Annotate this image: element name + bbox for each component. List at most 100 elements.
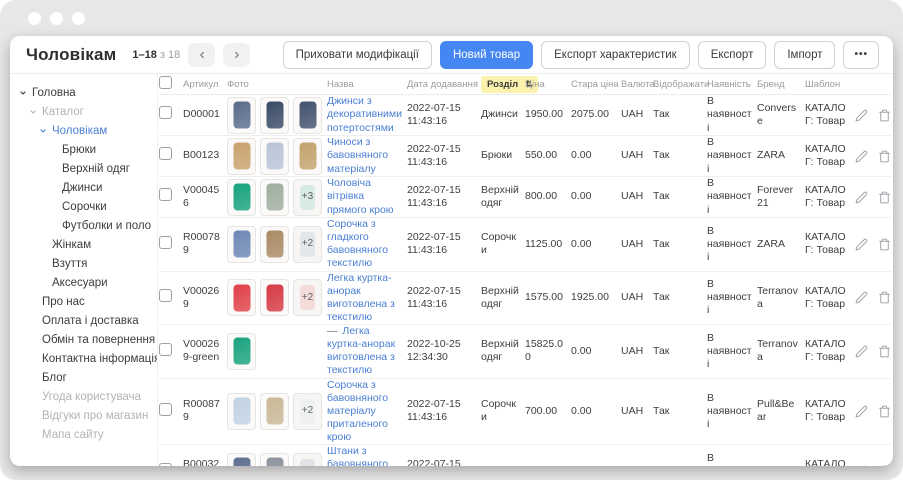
product-photo[interactable] [260,179,289,216]
edit-button[interactable] [855,238,868,251]
more-photos-badge[interactable]: +2 [293,279,322,316]
product-name-link[interactable]: Легка куртка-анорак виготовлена з тексти… [327,272,395,323]
product-name-link[interactable]: Чиноси з бавовняного матеріалу [327,136,388,174]
delete-button[interactable] [878,291,891,304]
row-checkbox[interactable] [159,236,172,249]
product-photo[interactable] [227,179,256,216]
more-photos-badge[interactable]: +2 [293,453,322,466]
product-name-link[interactable]: Сорочка з бавовняного матеріалу притален… [327,379,388,444]
sidebar-item[interactable]: Джинси [10,178,157,197]
sidebar-item[interactable]: Мапа сайту [10,425,157,444]
new-product-button[interactable]: Новий товар [440,41,533,69]
sidebar-item[interactable]: Брюки [10,140,157,159]
select-all-checkbox[interactable] [159,76,172,89]
product-photo[interactable] [260,226,289,263]
column-header-display[interactable]: Відображати [653,79,707,90]
product-photo[interactable] [227,453,256,466]
export-characteristics-button[interactable]: Експорт характеристик [541,41,690,69]
product-photo[interactable] [260,138,289,175]
row-checkbox[interactable] [159,147,172,160]
hide-modifications-button[interactable]: Приховати модифікації [283,41,432,69]
product-photo[interactable] [260,393,289,430]
column-header-article[interactable]: Артикул [183,79,227,90]
product-photo[interactable] [260,97,289,134]
sidebar-item[interactable]: Верхній одяг [10,159,157,178]
edit-button[interactable] [855,345,868,358]
product-photo[interactable] [260,453,289,466]
sidebar-item[interactable]: Угода користувача [10,387,157,406]
sidebar-item[interactable]: Про нас [10,292,157,311]
template-cell: КАТАЛОГ: Товар [805,102,855,128]
row-checkbox[interactable] [159,403,172,416]
row-checkbox[interactable] [159,289,172,302]
column-header-template[interactable]: Шаблон [805,79,855,90]
product-photo[interactable] [227,97,256,134]
product-name-link[interactable]: Сорочка з гладкого бавовняного текстилю [327,218,388,269]
column-header-currency[interactable]: Валюта [621,79,653,90]
product-photo[interactable] [227,393,256,430]
product-name-link[interactable]: Чоловіча вітрівка прямого крою [327,177,394,215]
column-header-date[interactable]: Дата додавання [407,79,481,90]
sidebar-item[interactable]: Блог [10,368,157,387]
window-maximize-icon[interactable] [72,12,85,25]
delete-button[interactable] [878,465,891,466]
window-close-icon[interactable] [28,12,41,25]
product-photo[interactable] [293,138,322,175]
sidebar-item[interactable]: Жінкам [10,235,157,254]
row-checkbox[interactable] [159,343,172,356]
column-header-brand[interactable]: Бренд [757,79,805,90]
sidebar-item[interactable]: Оплата і доставка [10,311,157,330]
prev-page-button[interactable] [188,43,215,67]
product-name-link[interactable]: Штани з бавовняного матеріалу прямого кр… [327,445,394,466]
sidebar-item[interactable]: Головна [10,83,157,102]
column-header-price[interactable]: Ціна [525,79,571,90]
sidebar-item[interactable]: Взуття [10,254,157,273]
row-checkbox[interactable] [159,188,172,201]
brand-cell: Terranova [757,338,805,364]
import-button[interactable]: Імпорт [774,41,835,69]
product-photo[interactable] [227,333,256,370]
export-button[interactable]: Експорт [698,41,767,69]
delete-button[interactable] [878,191,891,204]
sidebar-item[interactable]: Чоловікам [10,121,157,140]
product-name-link[interactable]: Джинси з декоративними потертостями [327,95,402,133]
delete-button[interactable] [878,405,891,418]
next-page-button[interactable] [223,43,250,67]
column-header-section[interactable]: Розділ⇅ [481,76,525,93]
product-photo[interactable] [227,138,256,175]
sidebar-item[interactable]: Обмін та повернення [10,330,157,349]
product-photo[interactable] [227,279,256,316]
sidebar-item[interactable]: Каталог [10,102,157,121]
sidebar-item[interactable]: Контактна інформація [10,349,157,368]
product-photo[interactable] [293,97,322,134]
garment-image [299,102,316,129]
column-header-availability[interactable]: Наявність [707,79,757,90]
delete-button[interactable] [878,345,891,358]
availability-cell: В наявності [707,392,757,431]
product-photo[interactable] [227,226,256,263]
sidebar-item[interactable]: Сорочки [10,197,157,216]
column-header-photo[interactable]: Фото [227,79,327,90]
edit-button[interactable] [855,191,868,204]
more-photos-badge[interactable]: +2 [293,226,322,263]
more-actions-button[interactable]: ••• [843,41,879,69]
window-minimize-icon[interactable] [50,12,63,25]
row-checkbox[interactable] [159,463,172,466]
sidebar-item[interactable]: Відгуки про магазин [10,406,157,425]
more-photos-badge[interactable]: +2 [293,393,322,430]
edit-button[interactable] [855,150,868,163]
delete-button[interactable] [878,150,891,163]
column-header-name[interactable]: Назва [327,79,407,90]
edit-button[interactable] [855,291,868,304]
sidebar-item[interactable]: Аксесуари [10,273,157,292]
edit-button[interactable] [855,405,868,418]
edit-button[interactable] [855,465,868,466]
column-header-old_price[interactable]: Стара ціна [571,79,621,90]
sidebar-item[interactable]: Футболки и поло [10,216,157,235]
edit-button[interactable] [855,109,868,122]
row-checkbox[interactable] [159,106,172,119]
delete-button[interactable] [878,238,891,251]
delete-button[interactable] [878,109,891,122]
product-photo[interactable] [260,279,289,316]
more-photos-badge[interactable]: +3 [293,179,322,216]
